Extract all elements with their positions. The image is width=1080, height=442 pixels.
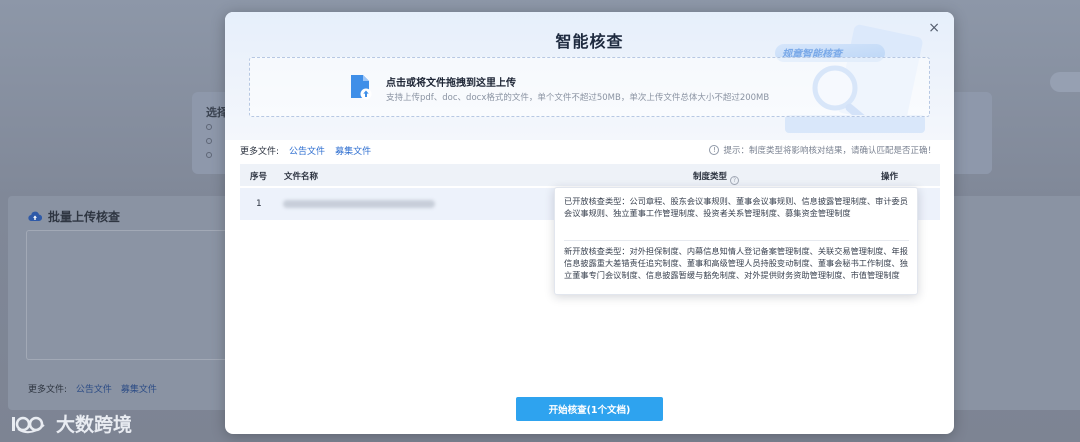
file-upload-dropzone[interactable]: 点击或将文件拖拽到这里上传 支持上传pdf、doc、docx格式的文件，单个文件… bbox=[249, 57, 930, 117]
upload-main-text: 点击或将文件拖拽到这里上传 bbox=[386, 78, 516, 89]
blurred-file-name bbox=[283, 200, 435, 208]
watermark-text: 大数跨境 bbox=[56, 414, 133, 436]
background-more-files: 更多文件: 公告文件 募集文件 bbox=[28, 385, 157, 395]
watermark: 大数跨境 bbox=[10, 410, 132, 437]
new-check-types: 新开放核查类型：对外担保制度、内幕信息知情人登记备案管理制度、关联交易管理制度、… bbox=[564, 246, 908, 280]
popover-divider bbox=[564, 240, 909, 241]
type-help-popover: 已开放核查类型：公司章程、股东会议事规则、董事会议事规则、信息披露管理制度、审计… bbox=[554, 187, 918, 295]
background-right-panel bbox=[952, 196, 1080, 410]
radio-icon bbox=[206, 152, 212, 158]
modal-header-banner: 规章智能核查 智能核查 × 点击或将文件拖拽到这里上传 支持上传pdf、doc、… bbox=[225, 12, 954, 140]
cloud-upload-icon bbox=[28, 211, 42, 222]
close-icon[interactable]: × bbox=[928, 20, 940, 36]
modal-title: 智能核查 bbox=[555, 32, 624, 51]
announcement-files-link[interactable]: 公告文件 bbox=[289, 144, 325, 157]
column-type: 制度类型? bbox=[693, 170, 740, 185]
help-icon[interactable]: ? bbox=[730, 176, 740, 185]
column-file-name: 文件名称 bbox=[284, 172, 319, 182]
fundraising-files-link[interactable]: 募集文件 bbox=[335, 144, 371, 157]
start-check-button[interactable]: 开始核查(1个文档) bbox=[516, 397, 663, 421]
column-action: 操作 bbox=[881, 172, 899, 182]
file-table-header: 序号 文件名称 制度类型? 操作 bbox=[240, 164, 940, 186]
background-batch-upload-panel: 批量上传核查 更多文件: 公告文件 募集文件 bbox=[8, 196, 266, 410]
more-files-row: 更多文件: 公告文件 募集文件 bbox=[240, 144, 371, 157]
background-card-edge bbox=[952, 92, 992, 174]
watermark-logo-icon bbox=[12, 416, 45, 433]
smart-check-modal: 规章智能核查 智能核查 × 点击或将文件拖拽到这里上传 支持上传pdf、doc、… bbox=[225, 12, 954, 434]
background-floating-widget bbox=[1050, 72, 1080, 92]
file-upload-icon bbox=[351, 75, 372, 100]
column-index: 序号 bbox=[250, 172, 268, 182]
info-icon: ! bbox=[709, 145, 720, 155]
radio-icon bbox=[206, 138, 212, 144]
upload-hint-text: 支持上传pdf、doc、docx格式的文件，单个文件不超过50MB，单次上传文件… bbox=[386, 93, 770, 103]
tip-text: 提示：制度类型将影响核对结果，请确认匹配是否正确！ bbox=[723, 146, 936, 156]
type-tip: ! 提示：制度类型将影响核对结果，请确认匹配是否正确！ bbox=[709, 144, 936, 156]
more-files-label: 更多文件: bbox=[240, 147, 280, 157]
opened-check-types: 已开放核查类型：公司章程、股东会议事规则、董事会议事规则、信息披露管理制度、审计… bbox=[564, 196, 908, 218]
batch-upload-title: 批量上传核查 bbox=[48, 210, 121, 224]
row-index: 1 bbox=[256, 199, 262, 209]
radio-icon bbox=[206, 124, 212, 130]
